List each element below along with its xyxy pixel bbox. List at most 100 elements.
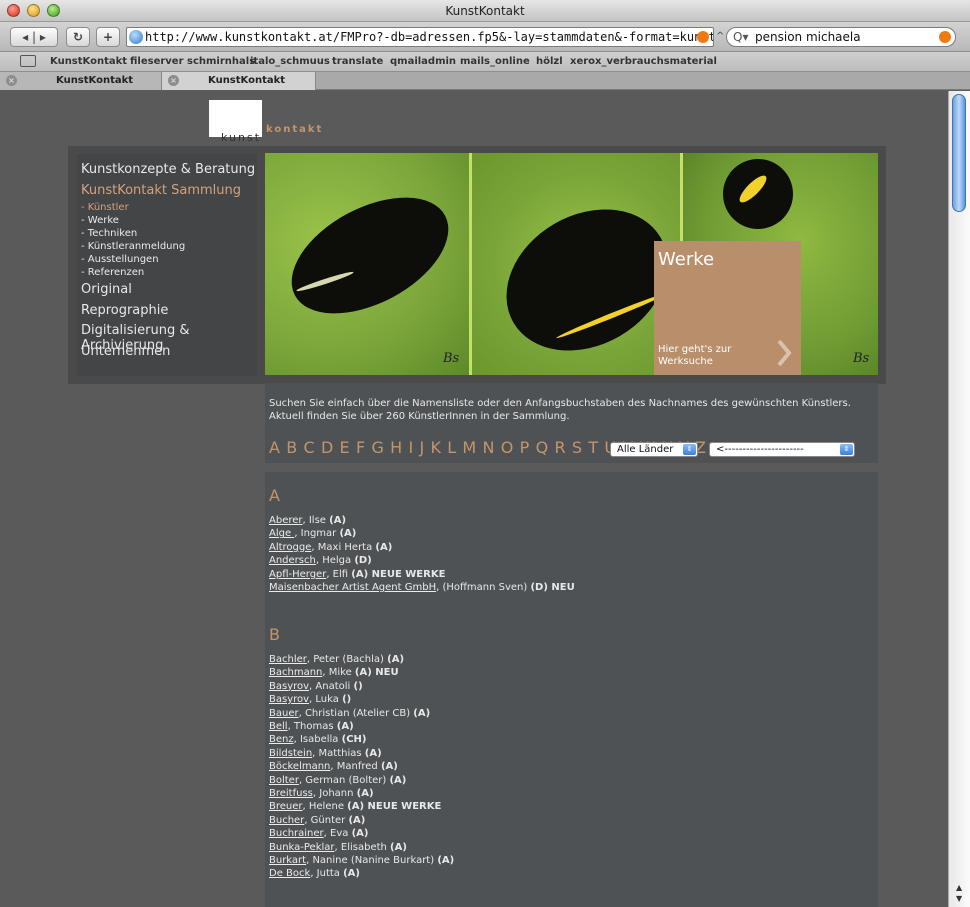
- artist-name-link[interactable]: Bauer: [269, 708, 299, 719]
- search-snapback-icon[interactable]: [939, 31, 951, 43]
- artist-name-link[interactable]: Basyrov: [269, 694, 309, 705]
- back-arrow-icon[interactable]: ◂: [22, 30, 28, 44]
- artist-country: (CH): [341, 734, 367, 746]
- artist-name-link[interactable]: Basyrov: [269, 681, 309, 692]
- artist-name-link[interactable]: Bell: [269, 721, 288, 732]
- artist-country: (A): [347, 801, 365, 813]
- nav-sub-techniken[interactable]: - Techniken: [81, 228, 137, 239]
- artist-country: (): [353, 680, 363, 692]
- bookmark-item[interactable]: qmailadmin: [390, 56, 456, 67]
- artist-details: , Christian (Atelier CB): [298, 707, 414, 719]
- nav-sub-ausstellungen[interactable]: - Ausstellungen: [81, 254, 159, 265]
- artist-name-link[interactable]: Bachmann: [269, 667, 322, 678]
- artwork-panel: Bs: [265, 153, 469, 375]
- artist-signature: Bs: [443, 351, 460, 366]
- scroll-down-icon[interactable]: ▼: [956, 894, 962, 903]
- artist-list-item: Aberer, Ilse (A): [269, 515, 346, 526]
- forward-arrow-icon[interactable]: ▸: [40, 30, 46, 44]
- werksuche-link[interactable]: Hier geht's zur Werksuche: [658, 344, 768, 368]
- artist-country: (D): [530, 582, 548, 593]
- reload-button[interactable]: ↻: [66, 27, 90, 47]
- nav-sub-referenzen[interactable]: - Referenzen: [81, 267, 144, 278]
- artist-name-link[interactable]: Altrogge: [269, 542, 311, 553]
- nav-sub-kuenstleranmeldung[interactable]: - Künstleranmeldung: [81, 241, 185, 252]
- bookmark-item[interactable]: italo_schmuus: [250, 56, 330, 67]
- artist-list-item: Altrogge, Maxi Herta (A): [269, 542, 392, 553]
- bookmarks-book-icon[interactable]: [20, 55, 36, 67]
- intro-line: Aktuell finden Sie über 260 KünstlerInne…: [269, 411, 570, 422]
- bookmark-item[interactable]: hölzl: [536, 56, 563, 67]
- logo-text-kunst: kunst: [221, 131, 262, 144]
- artist-search-panel: Suchen Sie einfach über die Namensliste …: [265, 383, 878, 463]
- title-bar: KunstKontakt: [0, 0, 970, 22]
- artist-name-link[interactable]: Böckelmann: [269, 761, 330, 772]
- artist-name-link[interactable]: Breitfuss: [269, 788, 313, 799]
- scrollbar-thumb[interactable]: [952, 94, 966, 212]
- artist-country: (): [342, 694, 352, 706]
- search-query: pension michaela: [755, 30, 861, 44]
- nav-item-reprographie[interactable]: Reprographie: [81, 303, 168, 318]
- werke-teaser[interactable]: Werke Hier geht's zur Werksuche: [654, 241, 801, 375]
- artist-name-link[interactable]: Buchrainer: [269, 828, 324, 839]
- artist-name-link[interactable]: Burkart: [269, 855, 306, 866]
- scroll-up-icon[interactable]: ▲: [956, 883, 962, 892]
- nav-item-original[interactable]: Original: [81, 282, 132, 297]
- back-forward-buttons[interactable]: ◂ | ▸: [10, 27, 58, 47]
- artist-list-item: Bachmann, Mike (A) NEU: [269, 667, 399, 678]
- address-url: http://www.kunstkontakt.at/FMPro?-db=adr…: [145, 30, 713, 44]
- artist-name-link[interactable]: Andersch: [269, 555, 316, 566]
- artist-details: , Matthias: [312, 747, 365, 759]
- country-select[interactable]: Alle Länder ⇕: [610, 442, 698, 457]
- bookmark-item[interactable]: translate: [332, 56, 383, 67]
- browser-toolbar: ◂ | ▸ ↻ + http://www.kunstkontakt.at/FMP…: [0, 22, 970, 52]
- tab-kunstkontakt-1[interactable]: × KunstKontakt: [0, 72, 162, 90]
- artist-details: , Mike: [322, 667, 355, 679]
- artist-country: (A): [413, 707, 431, 719]
- address-bar[interactable]: http://www.kunstkontakt.at/FMPro?-db=adr…: [126, 27, 714, 47]
- bookmark-item[interactable]: KunstKontakt: [50, 56, 127, 67]
- artist-name-link[interactable]: Apfl-Herger: [269, 569, 326, 580]
- artist-name-link[interactable]: Maisenbacher Artist Agent GmbH: [269, 582, 436, 593]
- artist-name-link[interactable]: Bunka-Peklar: [269, 842, 335, 853]
- artist-name-link[interactable]: Bucher: [269, 815, 304, 826]
- artist-details: , Helene: [302, 801, 348, 813]
- close-tab-icon[interactable]: ×: [6, 75, 17, 86]
- artist-name-link[interactable]: Bildstein: [269, 748, 312, 759]
- artist-name-link[interactable]: De Bock: [269, 868, 310, 879]
- artist-details: , Maxi Herta: [311, 541, 376, 553]
- bookmark-item[interactable]: fileserver schmirnhals: [130, 56, 255, 67]
- bookmark-item[interactable]: xerox_verbrauchsmaterial: [570, 56, 717, 67]
- artist-list-item: Basyrov, Luka (): [269, 694, 351, 705]
- artist-list-item: Bauer, Christian (Atelier CB) (A): [269, 708, 430, 719]
- nav-sub-kuenstler[interactable]: - Künstler: [81, 202, 129, 213]
- artist-name-link[interactable]: Aberer: [269, 515, 303, 526]
- add-bookmark-button[interactable]: +: [96, 27, 120, 47]
- select-stepper-icon: ⇕: [683, 444, 696, 455]
- artist-list-item: Apfl-Herger, Elfi (A) NEUE WERKE: [269, 569, 445, 580]
- artist-country: (A): [343, 868, 360, 880]
- nav-item-sammlung[interactable]: KunstKontakt Sammlung: [81, 183, 241, 198]
- artist-list-item: Bachler, Peter (Bachla) (A): [269, 654, 404, 665]
- chevron-right-icon[interactable]: [776, 339, 792, 367]
- artist-select[interactable]: <---------------------- ⇕: [709, 442, 855, 457]
- artist-name-link[interactable]: Bachler: [269, 654, 307, 665]
- nav-sub-werke[interactable]: - Werke: [81, 215, 119, 226]
- artist-name-link[interactable]: Bolter: [269, 775, 299, 786]
- nav-item-kunstkonzepte[interactable]: Kunstkonzepte & Beratung: [81, 162, 255, 177]
- nav-item-unternehmen[interactable]: Unternehmen: [81, 344, 170, 359]
- snapback-icon[interactable]: [697, 31, 709, 43]
- artist-list: A Aberer, Ilse (A) Alge , Ingmar (A) Altro…: [265, 472, 878, 907]
- artist-badge: NEUE WERKE: [364, 801, 442, 813]
- tab-kunstkontakt-2[interactable]: × KunstKontakt: [162, 72, 316, 90]
- artist-country: (A): [437, 855, 455, 866]
- bookmark-item[interactable]: mails_online: [460, 56, 530, 67]
- close-tab-icon[interactable]: ×: [168, 75, 179, 86]
- artist-name-link[interactable]: Breuer: [269, 801, 303, 812]
- artist-name-link[interactable]: Benz: [269, 734, 294, 745]
- select-stepper-icon: ⇕: [840, 444, 853, 455]
- main-navigation: Kunstkonzepte & Beratung KunstKontakt Sa…: [77, 154, 257, 376]
- search-field[interactable]: Q▾ pension michaela: [726, 27, 956, 47]
- vertical-scrollbar[interactable]: ▲ ▼: [948, 91, 970, 907]
- artist-name-link[interactable]: Alge: [269, 528, 294, 539]
- artist-badge: NEU: [371, 667, 399, 679]
